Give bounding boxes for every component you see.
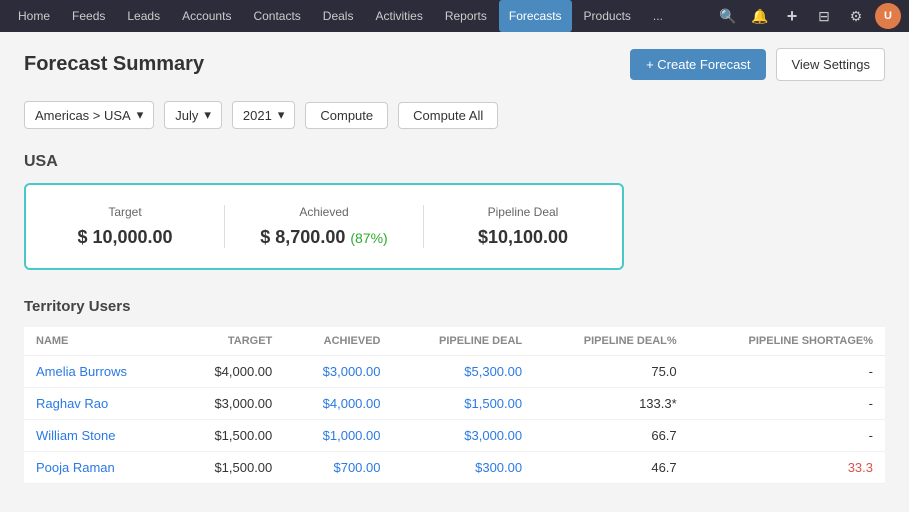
pipeline-value: $10,100.00	[444, 227, 602, 248]
bookmark-icon[interactable]: ⊟	[811, 3, 837, 29]
cell-achieved: $700.00	[284, 452, 392, 484]
view-settings-button[interactable]: View Settings	[776, 48, 885, 81]
territory-filter[interactable]: Americas > USA ▾	[24, 101, 154, 129]
search-icon[interactable]: 🔍	[715, 3, 741, 29]
nav-activities[interactable]: Activities	[365, 0, 432, 32]
pipeline-label: Pipeline Deal	[444, 205, 602, 219]
cell-pipeline-deal: $5,300.00	[392, 356, 534, 388]
create-forecast-button[interactable]: + Create Forecast	[630, 49, 766, 80]
summary-achieved: Achieved $ 8,700.00 (87%)	[225, 205, 424, 248]
page-title: Forecast Summary	[24, 53, 630, 76]
cell-target: $1,500.00	[176, 420, 284, 452]
summary-target: Target $ 10,000.00	[26, 205, 225, 248]
settings-icon[interactable]: ⚙	[843, 3, 869, 29]
col-header-name: NAME	[24, 327, 176, 356]
achieved-value: $ 8,700.00 (87%)	[245, 227, 403, 248]
cell-pipeline-deal: $3,000.00	[392, 420, 534, 452]
cell-pipeline-shortage: -	[689, 388, 885, 420]
nav-more[interactable]: ...	[643, 0, 673, 32]
table-row: William Stone $1,500.00 $1,000.00 $3,000…	[24, 420, 885, 452]
year-value: 2021	[243, 108, 272, 123]
nav-contacts[interactable]: Contacts	[243, 0, 310, 32]
cell-target: $1,500.00	[176, 452, 284, 484]
cell-pipeline-deal-pct: 66.7	[534, 420, 689, 452]
achieved-label: Achieved	[245, 205, 403, 219]
target-label: Target	[46, 205, 204, 219]
page-content: Forecast Summary + Create Forecast View …	[0, 32, 909, 500]
col-header-pipeline-deal: PIPELINE DEAL	[392, 327, 534, 356]
compute-all-button[interactable]: Compute All	[398, 102, 498, 129]
month-chevron-icon: ▾	[204, 107, 211, 123]
territory-value: Americas > USA	[35, 108, 131, 123]
cell-pipeline-shortage: -	[689, 420, 885, 452]
territory-users-title: Territory Users	[24, 298, 885, 315]
cell-achieved: $3,000.00	[284, 356, 392, 388]
cell-pipeline-deal-pct: 133.3*	[534, 388, 689, 420]
summary-pipeline: Pipeline Deal $10,100.00	[424, 205, 622, 248]
month-filter[interactable]: July ▾	[164, 101, 222, 129]
table-row: Pooja Raman $1,500.00 $700.00 $300.00 46…	[24, 452, 885, 484]
target-value: $ 10,000.00	[46, 227, 204, 248]
cell-pipeline-shortage: -	[689, 356, 885, 388]
summary-card: Target $ 10,000.00 Achieved $ 8,700.00 (…	[24, 183, 624, 270]
cell-pipeline-deal: $300.00	[392, 452, 534, 484]
cell-achieved: $1,000.00	[284, 420, 392, 452]
col-header-achieved: ACHIEVED	[284, 327, 392, 356]
nav-deals[interactable]: Deals	[313, 0, 364, 32]
cell-name[interactable]: William Stone	[24, 420, 176, 452]
territory-chevron-icon: ▾	[137, 107, 144, 123]
table-row: Raghav Rao $3,000.00 $4,000.00 $1,500.00…	[24, 388, 885, 420]
achieved-pct: (87%)	[350, 230, 387, 246]
table-row: Amelia Burrows $4,000.00 $3,000.00 $5,30…	[24, 356, 885, 388]
cell-pipeline-deal-pct: 46.7	[534, 452, 689, 484]
page-header: Forecast Summary + Create Forecast View …	[24, 48, 885, 81]
cell-name[interactable]: Amelia Burrows	[24, 356, 176, 388]
territory-users-table: NAME TARGET ACHIEVED PIPELINE DEAL PIPEL…	[24, 327, 885, 484]
nav-forecasts[interactable]: Forecasts	[499, 0, 572, 32]
cell-name[interactable]: Pooja Raman	[24, 452, 176, 484]
cell-achieved: $4,000.00	[284, 388, 392, 420]
nav-home[interactable]: Home	[8, 0, 60, 32]
cell-pipeline-deal: $1,500.00	[392, 388, 534, 420]
year-filter[interactable]: 2021 ▾	[232, 101, 295, 129]
filter-row: Americas > USA ▾ July ▾ 2021 ▾ Compute C…	[24, 101, 885, 129]
region-label: USA	[24, 153, 885, 171]
table-header-row: NAME TARGET ACHIEVED PIPELINE DEAL PIPEL…	[24, 327, 885, 356]
cell-name[interactable]: Raghav Rao	[24, 388, 176, 420]
cell-target: $4,000.00	[176, 356, 284, 388]
user-avatar[interactable]: U	[875, 3, 901, 29]
bell-icon[interactable]: 🔔	[747, 3, 773, 29]
compute-button[interactable]: Compute	[305, 102, 388, 129]
col-header-pipeline-shortage: PIPELINE SHORTAGE%	[689, 327, 885, 356]
nav-feeds[interactable]: Feeds	[62, 0, 115, 32]
cell-pipeline-shortage: 33.3	[689, 452, 885, 484]
month-value: July	[175, 108, 198, 123]
nav-accounts[interactable]: Accounts	[172, 0, 241, 32]
top-navigation: Home Feeds Leads Accounts Contacts Deals…	[0, 0, 909, 32]
col-header-pipeline-deal-pct: PIPELINE DEAL%	[534, 327, 689, 356]
year-chevron-icon: ▾	[278, 107, 285, 123]
nav-products[interactable]: Products	[574, 0, 641, 32]
cell-target: $3,000.00	[176, 388, 284, 420]
plus-icon[interactable]: +	[779, 3, 805, 29]
col-header-target: TARGET	[176, 327, 284, 356]
nav-reports[interactable]: Reports	[435, 0, 497, 32]
nav-leads[interactable]: Leads	[117, 0, 170, 32]
cell-pipeline-deal-pct: 75.0	[534, 356, 689, 388]
